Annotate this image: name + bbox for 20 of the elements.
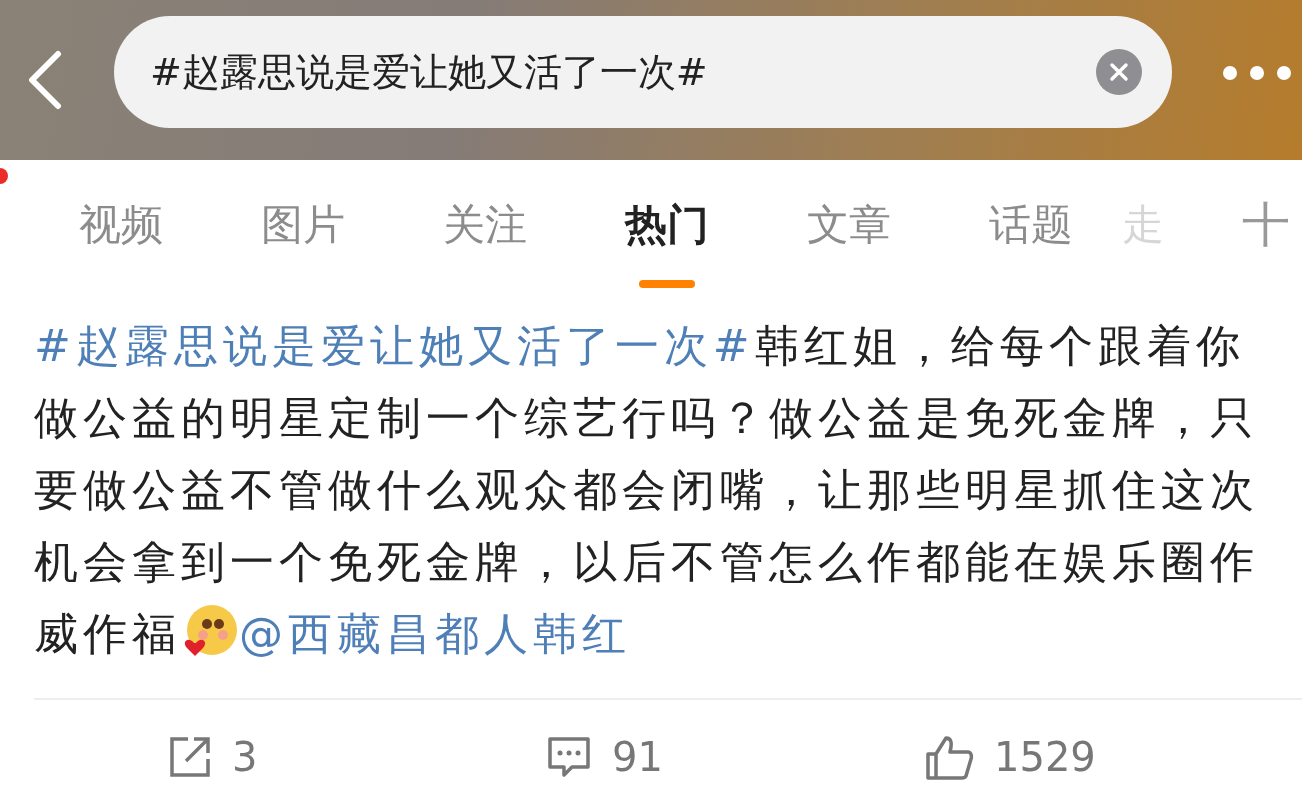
- tab[interactable]: 图片: [261, 197, 345, 253]
- topic-link[interactable]: #赵露思说是爱让她又活了一次#: [34, 320, 755, 371]
- tab[interactable]: 关注: [443, 197, 527, 253]
- tab-underline: [639, 280, 695, 288]
- action-count: 91: [612, 734, 663, 780]
- action-count: 1529: [994, 734, 1096, 780]
- mention-link[interactable]: @西藏昌都人韩红: [239, 608, 631, 659]
- thumbs-up-icon[interactable]: [924, 734, 974, 780]
- tab[interactable]: 热门: [625, 197, 709, 253]
- more-icon[interactable]: [1222, 65, 1292, 81]
- tab[interactable]: 文章: [807, 197, 891, 253]
- share-icon[interactable]: [168, 735, 212, 779]
- action-count: 3: [232, 734, 258, 780]
- add-tab-button[interactable]: 十: [1242, 193, 1290, 257]
- post-text: #赵露思说是爱让她又活了一次#韩红姐，给每个跟着你做公益的明星定制一个综艺行吗？做公益是免死金牌，只要做公益不管做什么观众都会闭嘴，让那些明星抓住这次机会拿到一个免死金牌，以后不管怎么作都能在娱乐圈作威作福 @西藏昌都人韩红: [34, 319, 1260, 661]
- comment-icon[interactable]: [546, 735, 592, 779]
- tab[interactable]: 视频: [79, 197, 163, 253]
- search-field[interactable]: #赵露思说是爱让她又活了一次#: [114, 16, 1172, 128]
- clear-icon[interactable]: [1096, 49, 1142, 95]
- tab[interactable]: 话题: [989, 197, 1073, 253]
